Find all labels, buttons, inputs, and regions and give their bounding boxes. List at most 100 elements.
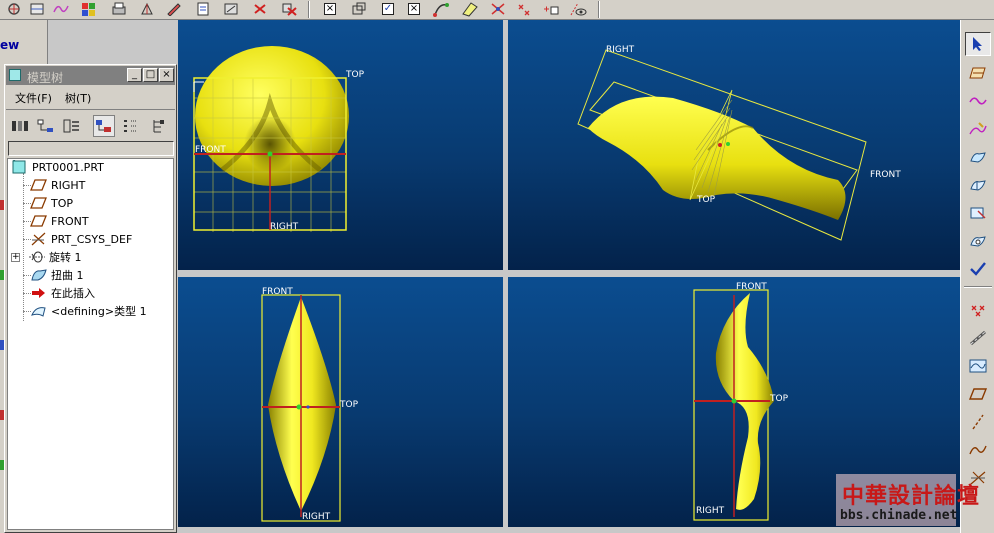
top-toolbar: × ✓ × [0, 0, 994, 20]
expand-all-icon[interactable] [119, 115, 141, 137]
datum-curve-icon[interactable] [965, 354, 991, 378]
tree-node-label: 扭曲 1 [51, 269, 84, 282]
datum-axis-icon[interactable] [965, 410, 991, 434]
tree-node-revolve[interactable]: + 旋转 1 [11, 249, 82, 265]
application-window: × ✓ × ew TOP FRONT RIGHT RIGHT FRONT TOP… [0, 0, 994, 533]
display-style-icon[interactable] [27, 0, 47, 18]
tree-node-datum-top[interactable]: TOP [30, 195, 73, 211]
box-select-icon[interactable] [349, 0, 369, 18]
color-edit-icon[interactable] [164, 0, 184, 18]
model-setup-icon[interactable] [193, 0, 213, 18]
datum-display-checkbox-icon[interactable]: × [320, 0, 340, 18]
right-toolbar [960, 20, 994, 533]
datum-label-front: FRONT [870, 170, 901, 180]
maximize-button[interactable]: □ [143, 68, 158, 82]
select-arrow-icon[interactable] [965, 32, 991, 56]
toolbar-separator [308, 1, 310, 18]
sketch-plane-icon[interactable] [965, 61, 991, 85]
tree-node-label: 旋转 1 [49, 251, 82, 264]
tree-node-insert-here[interactable]: 在此插入 [30, 285, 95, 301]
viewport-top-left[interactable]: TOP FRONT RIGHT [178, 20, 503, 270]
surface-connect-icon[interactable] [965, 173, 991, 197]
collapse-all-icon[interactable] [147, 115, 169, 137]
datum-plane-tool-icon[interactable] [965, 382, 991, 406]
delete-all-icon[interactable] [279, 0, 299, 18]
datum-label-right: RIGHT [606, 45, 635, 55]
curve-display-icon[interactable] [51, 0, 71, 18]
datum-label-top: TOP [339, 400, 359, 410]
delete-feature-icon[interactable] [250, 0, 270, 18]
tree-columns-icon[interactable] [61, 115, 83, 137]
model-tree-toolbar [6, 109, 175, 139]
datum-label-top: TOP [345, 70, 365, 80]
model-tree-menubar: 文件(F) 树(T) [6, 87, 175, 107]
view-menu-label[interactable]: ew [0, 38, 19, 52]
menu-tree[interactable]: 树(T) [65, 90, 91, 106]
revolve-feature-icon [28, 250, 46, 264]
sketch-tool-icon[interactable] [137, 0, 157, 18]
watermark-title: 中華設計論壇 [842, 483, 981, 509]
cancel-checkbox-icon[interactable]: × [404, 0, 424, 18]
watermark-logo: 中華設計論壇 bbs.chinade.net [836, 474, 979, 526]
datum-label-right: RIGHT [302, 512, 331, 522]
tree-node-style[interactable]: <defining>类型 1 [30, 303, 147, 319]
tree-filter-icon[interactable] [35, 115, 57, 137]
curve-edit-icon[interactable] [965, 117, 991, 141]
settings-icon[interactable] [221, 0, 241, 18]
tree-display-icon[interactable] [93, 115, 115, 137]
tree-node-part[interactable]: PRT0001.PRT [11, 158, 104, 175]
datum-label-top: TOP [769, 394, 789, 404]
curve-tool-icon[interactable] [432, 0, 452, 18]
tree-node-label: RIGHT [51, 178, 86, 192]
coordinate-system-icon [30, 232, 48, 246]
tree-connector [23, 173, 24, 321]
datum-label-right: RIGHT [696, 506, 725, 516]
datum-label-front: FRONT [736, 282, 767, 292]
axis-point-icon[interactable] [514, 0, 534, 18]
datum-label-front: FRONT [195, 145, 226, 155]
part-icon [11, 158, 29, 174]
datum-point-tool-icon[interactable] [965, 298, 991, 322]
model-tree-titlebar[interactable]: 模型树 _ □ × [6, 66, 175, 85]
menu-file[interactable]: 文件(F) [15, 90, 52, 106]
analysis-eye-icon[interactable] [568, 0, 588, 18]
viewport-grid: TOP FRONT RIGHT RIGHT FRONT TOP FRONT TO… [48, 20, 960, 533]
surface-tool-icon[interactable] [460, 0, 480, 18]
tree-node-label: TOP [51, 196, 74, 210]
style-feature-icon [30, 304, 48, 318]
tree-expander-button[interactable]: + [11, 252, 20, 262]
viewport-top-right[interactable]: RIGHT FRONT TOP [508, 20, 960, 270]
point-tool-icon[interactable] [488, 0, 508, 18]
accept-checkbox-icon[interactable]: ✓ [378, 0, 398, 18]
surface-edit-icon[interactable] [965, 229, 991, 253]
model-tree-panel: 模型树 _ □ × 文件(F) 树(T) PRT0001.PRT RIGHT T… [4, 64, 177, 533]
sketched-curve-icon[interactable] [965, 438, 991, 462]
curve-icon[interactable] [965, 89, 991, 113]
show-tree-icon[interactable] [9, 115, 31, 137]
datum-plane-icon [30, 196, 48, 210]
done-checkmark-icon[interactable] [965, 257, 991, 281]
tree-node-datum-right[interactable]: RIGHT [30, 177, 85, 193]
model-tree-title: 模型树 [27, 71, 64, 85]
tree-node-csys[interactable]: PRT_CSYS_DEF [30, 231, 132, 247]
viewport-bottom-left[interactable]: FRONT TOP RIGHT [178, 277, 503, 527]
surface-icon[interactable] [965, 145, 991, 169]
datum-point-icon[interactable] [541, 0, 561, 18]
tree-node-datum-front[interactable]: FRONT [30, 213, 89, 229]
datum-label-top: TOP [696, 195, 716, 205]
tree-node-label: PRT0001.PRT [32, 160, 104, 174]
tree-node-warp[interactable]: 扭曲 1 [30, 267, 84, 283]
datum-label-right: RIGHT [270, 222, 299, 232]
datum-plane-icon [30, 178, 48, 192]
surface-trim-icon[interactable] [965, 201, 991, 225]
spin-center-icon[interactable] [4, 0, 24, 18]
datum-axis-chain-icon[interactable] [965, 326, 991, 350]
tree-search-field[interactable] [8, 141, 174, 156]
close-button[interactable]: × [159, 68, 174, 82]
minimize-button[interactable]: _ [127, 68, 142, 82]
print-icon[interactable] [109, 0, 129, 18]
toolbar-separator [598, 1, 600, 18]
surface-shape [588, 96, 846, 220]
datum-plane-icon [30, 214, 48, 228]
color-appearance-icon[interactable] [79, 0, 99, 18]
